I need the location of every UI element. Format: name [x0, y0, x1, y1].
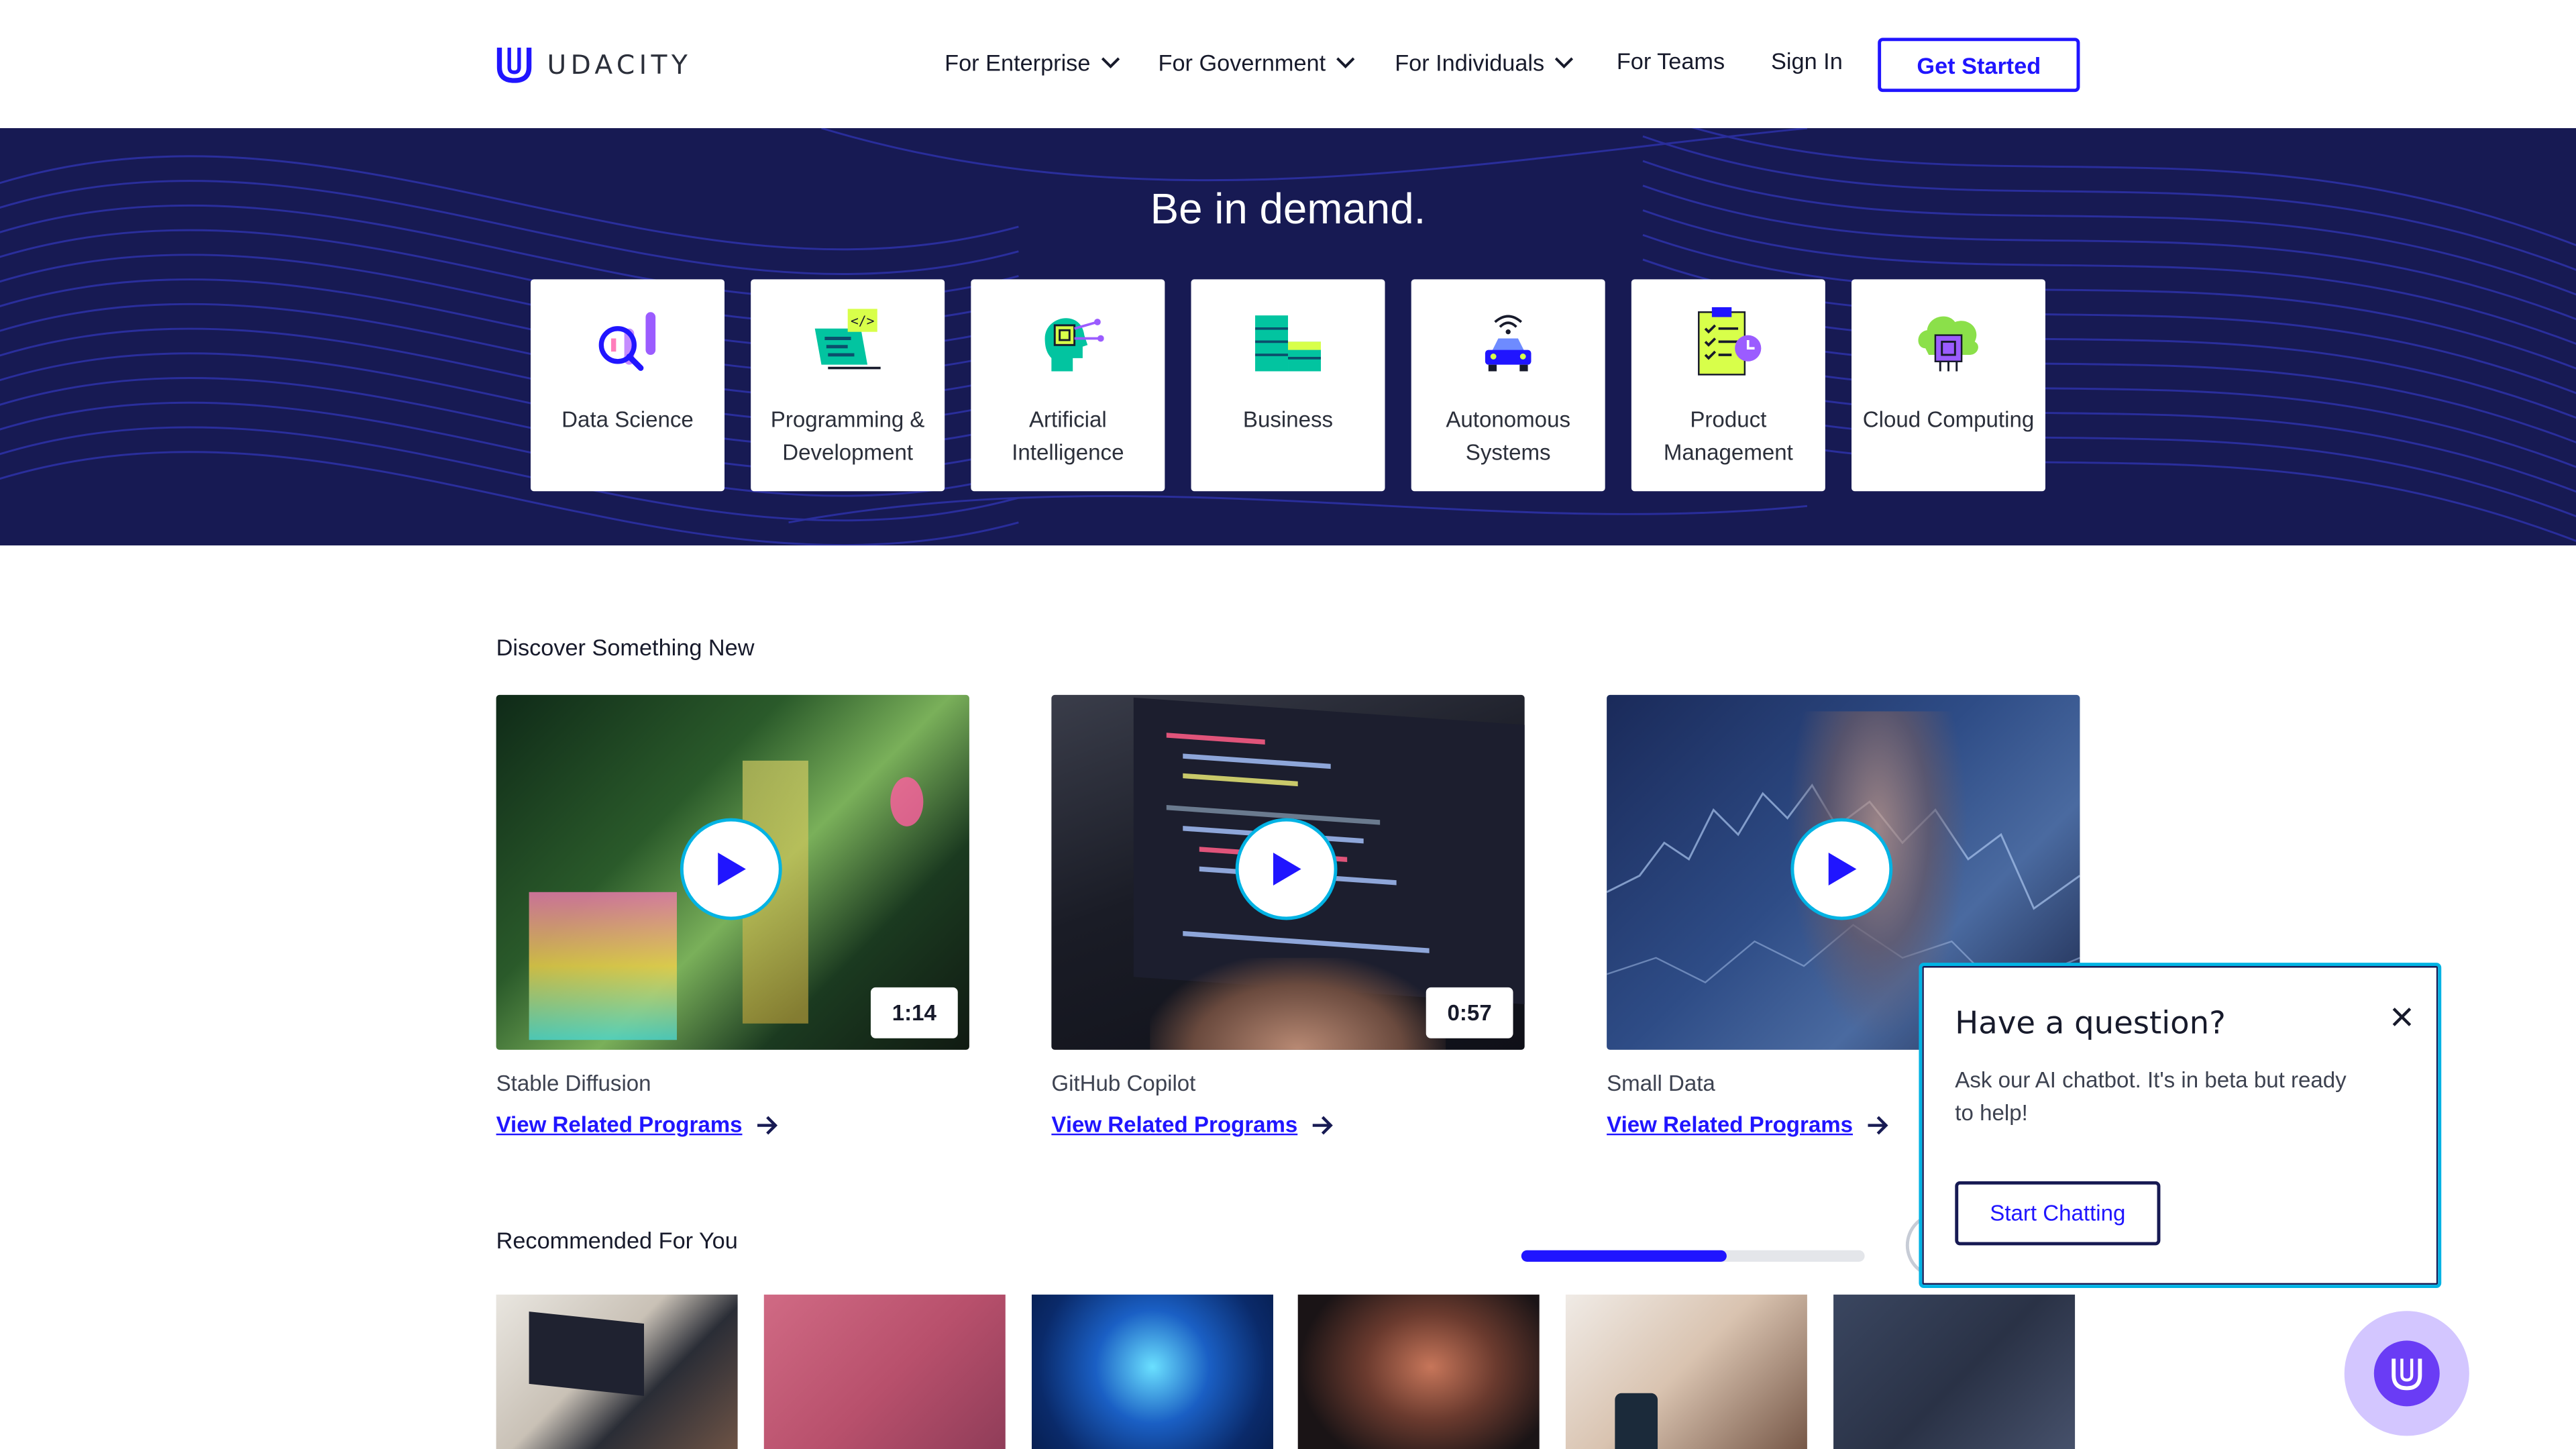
- category-label: Programming & Development: [770, 407, 925, 466]
- video-duration: 0:57: [1426, 987, 1513, 1038]
- nav-label: For Enterprise: [945, 49, 1091, 76]
- recommended-card-image[interactable]: [763, 1294, 1006, 1449]
- category-product-management[interactable]: Product Management: [1631, 279, 1825, 492]
- video-title: Small Data: [1607, 1071, 1715, 1096]
- nav-for-teams[interactable]: For Teams: [1617, 48, 1725, 74]
- code-line: [1183, 753, 1331, 769]
- chatbot-launcher-button[interactable]: [2344, 1311, 2469, 1436]
- recommended-section-title: Recommended For You: [496, 1227, 738, 1254]
- category-data-science[interactable]: Data Science: [531, 279, 725, 492]
- carousel-progress: [1521, 1250, 1865, 1262]
- video-thumbnail[interactable]: 1:14: [496, 694, 969, 1050]
- thumbnail-art: [529, 892, 677, 1040]
- nav-for-enterprise[interactable]: For Enterprise: [945, 49, 1120, 76]
- link-label: View Related Programs: [496, 1112, 743, 1137]
- hero-title: Be in demand.: [1150, 184, 1426, 233]
- recommended-card-image[interactable]: [496, 1294, 738, 1449]
- close-button[interactable]: [2387, 1002, 2416, 1032]
- recommended-card-image[interactable]: [1565, 1294, 1807, 1449]
- category-autonomous-systems[interactable]: Autonomous Systems: [1411, 279, 1605, 492]
- video-thumbnail[interactable]: 0:57: [1051, 694, 1525, 1050]
- recommended-card-image[interactable]: [1031, 1294, 1273, 1449]
- chat-description: Ask our AI chatbot. It's in beta but rea…: [1955, 1067, 2347, 1126]
- smart-speaker: [1615, 1393, 1658, 1449]
- code-line: [1183, 930, 1430, 953]
- view-related-programs-link[interactable]: View Related Programs: [496, 1112, 779, 1137]
- brand-name: UDACITY: [547, 48, 692, 80]
- clipboard-icon: [1698, 307, 1762, 376]
- link-label: View Related Programs: [1051, 1112, 1298, 1137]
- data-science-icon: [598, 312, 656, 371]
- hands: [1150, 957, 1446, 1050]
- recommended-card-image[interactable]: [1833, 1294, 2076, 1449]
- discover-section-title: Discover Something New: [496, 634, 755, 661]
- video-card-github-copilot: 0:57 GitHub Copilot View Related Program…: [1051, 694, 1525, 1137]
- svg-text:</>: </>: [851, 313, 874, 329]
- hero-banner: Be in demand. Data Science </> Programmi…: [0, 128, 2576, 546]
- nav-label: For Government: [1158, 49, 1326, 76]
- category-label: Product Management: [1663, 407, 1793, 466]
- laptop-screen: [529, 1311, 645, 1396]
- play-button[interactable]: [1790, 818, 1893, 920]
- chevron-down-icon: [1101, 57, 1120, 68]
- udacity-u-icon: [496, 48, 532, 83]
- chatbot-popup: Have a question? Ask our AI chatbot. It'…: [1919, 963, 2442, 1289]
- nav-label: For Individuals: [1395, 49, 1545, 76]
- page: UDACITY For Enterprise For Government Fo…: [0, 0, 2576, 1449]
- autonomous-car-icon: [1485, 315, 1532, 372]
- play-icon: [1273, 853, 1301, 886]
- chat-title: Have a question?: [1955, 1005, 2226, 1042]
- thumbnail-art: [890, 777, 924, 826]
- code-line: [1183, 773, 1298, 787]
- ai-head-icon: [1044, 318, 1104, 372]
- play-button[interactable]: [680, 818, 782, 920]
- recommended-card-image[interactable]: [1297, 1294, 1540, 1449]
- nav-for-government[interactable]: For Government: [1158, 49, 1356, 76]
- chevron-down-icon: [1336, 57, 1355, 68]
- category-business[interactable]: Business: [1191, 279, 1385, 492]
- play-icon: [1828, 853, 1857, 886]
- category-label: Data Science: [561, 407, 694, 433]
- chatbot-launcher-inner: [2373, 1340, 2440, 1407]
- arrow-right-icon: [1312, 1115, 1333, 1134]
- category-label: Business: [1242, 407, 1334, 433]
- udacity-u-icon: [2392, 1358, 2422, 1391]
- category-label: Autonomous Systems: [1446, 407, 1571, 466]
- view-related-programs-link[interactable]: View Related Programs: [1607, 1112, 1889, 1137]
- video-duration: 1:14: [870, 987, 958, 1038]
- play-button[interactable]: [1235, 818, 1338, 920]
- video-title: Stable Diffusion: [496, 1071, 651, 1096]
- category-label: Cloud Computing: [1862, 407, 2035, 433]
- top-navbar: UDACITY For Enterprise For Government Fo…: [0, 0, 2576, 129]
- carousel-progress-fill: [1521, 1250, 1727, 1262]
- video-card-stable-diffusion: 1:14 Stable Diffusion View Related Progr…: [496, 694, 969, 1137]
- category-programming[interactable]: </> Programming & Development: [751, 279, 945, 492]
- cloud-chip-icon: [1918, 316, 1978, 372]
- play-icon: [718, 853, 746, 886]
- nav-label: For Teams: [1616, 48, 1725, 74]
- get-started-button[interactable]: Get Started: [1878, 38, 2080, 93]
- close-icon: [2392, 1008, 2412, 1026]
- arrow-right-icon: [757, 1115, 777, 1134]
- category-label: Artificial Intelligence: [1012, 407, 1124, 466]
- view-related-programs-link[interactable]: View Related Programs: [1051, 1112, 1334, 1137]
- arrow-right-icon: [1868, 1115, 1888, 1134]
- business-icon: [1255, 315, 1321, 372]
- sign-in-link[interactable]: Sign In: [1771, 48, 1843, 74]
- udacity-logo[interactable]: UDACITY: [496, 44, 692, 84]
- category-ai[interactable]: Artificial Intelligence: [971, 279, 1165, 492]
- programming-icon: </>: [814, 309, 881, 370]
- video-title: GitHub Copilot: [1051, 1071, 1196, 1096]
- chevron-down-icon: [1554, 57, 1574, 68]
- nav-for-individuals[interactable]: For Individuals: [1395, 49, 1574, 76]
- category-cloud-computing[interactable]: Cloud Computing: [1851, 279, 2046, 492]
- start-chatting-button[interactable]: Start Chatting: [1955, 1181, 2161, 1246]
- code-line: [1166, 733, 1265, 745]
- link-label: View Related Programs: [1607, 1112, 1854, 1137]
- sign-in-label: Sign In: [1771, 48, 1843, 74]
